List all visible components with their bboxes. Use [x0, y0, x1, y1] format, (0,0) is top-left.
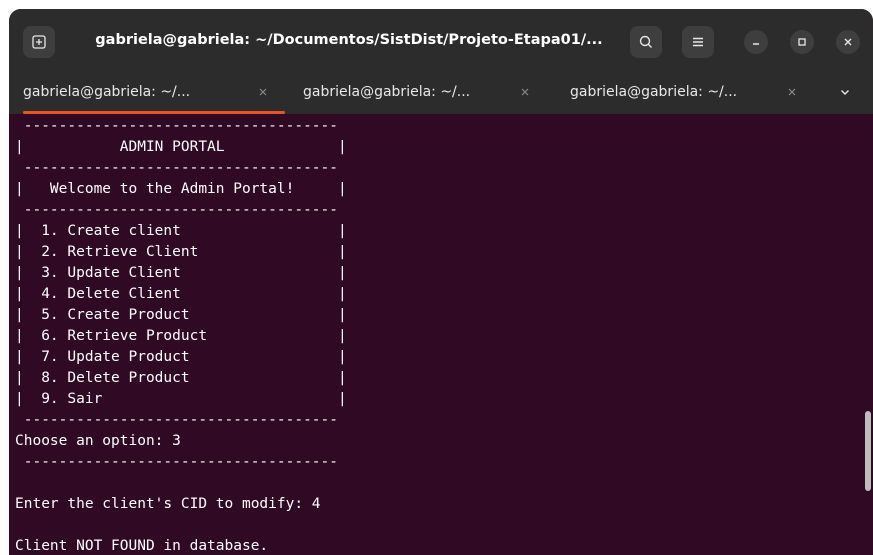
terminal-line: | 4. Delete Client | — [15, 286, 347, 302]
title-bar[interactable]: gabriela@gabriela: ~/Documentos/SistDist… — [9, 9, 873, 70]
menu-button[interactable] — [682, 26, 714, 58]
terminal-line: | Welcome to the Admin Portal! | — [15, 181, 347, 197]
close-icon — [788, 88, 796, 96]
tab-label: gabriela@gabriela: ~/... — [23, 84, 191, 100]
hamburger-menu-icon — [693, 37, 703, 47]
terminal-line: ------------------------------------ — [15, 160, 339, 176]
window-title: gabriela@gabriela: ~/Documentos/SistDist… — [95, 31, 603, 48]
chevron-down-icon — [841, 90, 849, 95]
terminal-line: Client NOT FOUND in database. — [15, 538, 269, 554]
maximize-button[interactable] — [790, 30, 814, 54]
terminal-line: | 1. Create client | — [15, 223, 347, 239]
terminal-line: ------------------------------------ — [15, 118, 339, 134]
terminal-line: ------------------------------------ — [15, 412, 339, 428]
tab-1[interactable]: gabriela@gabriela: ~/... — [23, 70, 285, 114]
close-icon — [844, 38, 852, 46]
terminal-line: ------------------------------------ — [15, 202, 339, 218]
scrollbar[interactable] — [865, 411, 871, 491]
terminal-line: ------------------------------------ — [15, 454, 339, 470]
minimize-button[interactable] — [744, 30, 768, 54]
minimize-icon — [753, 43, 759, 45]
tab-label: gabriela@gabriela: ~/... — [570, 84, 738, 100]
new-tab-icon — [32, 35, 46, 49]
terminal-text: ------------------------------------ | AD… — [15, 116, 347, 555]
terminal-line: | 9. Sair | — [15, 391, 347, 407]
close-icon — [521, 88, 529, 96]
terminal-line: | ADMIN PORTAL | — [15, 139, 347, 155]
tab-bar: gabriela@gabriela: ~/... gabriela@gabrie… — [9, 70, 873, 114]
maximize-icon — [798, 38, 806, 46]
tab-3[interactable]: gabriela@gabriela: ~/... — [570, 70, 810, 114]
tab-2[interactable]: gabriela@gabriela: ~/... — [303, 70, 543, 114]
search-icon — [639, 35, 652, 48]
tab-close-button[interactable] — [784, 84, 800, 100]
new-tab-button[interactable] — [23, 26, 55, 58]
terminal-line: | 8. Delete Product | — [15, 370, 347, 386]
tab-close-button[interactable] — [255, 84, 271, 100]
terminal-line: | 2. Retrieve Client | — [15, 244, 347, 260]
terminal-line: Choose an option: 3 — [15, 433, 181, 449]
search-button[interactable] — [630, 26, 662, 58]
close-button[interactable] — [836, 30, 860, 54]
tab-close-button[interactable] — [517, 84, 533, 100]
terminal-window: gabriela@gabriela: ~/Documentos/SistDist… — [9, 9, 873, 555]
terminal-line: | 5. Create Product | — [15, 307, 347, 323]
terminal-output[interactable]: ------------------------------------ | AD… — [9, 114, 873, 555]
close-icon — [259, 88, 267, 96]
terminal-line: | 7. Update Product | — [15, 349, 347, 365]
terminal-line: | 6. Retrieve Product | — [15, 328, 347, 344]
tabs-dropdown-button[interactable] — [837, 84, 853, 100]
tab-label: gabriela@gabriela: ~/... — [303, 84, 471, 100]
terminal-line: Enter the client's CID to modify: 4 — [15, 496, 321, 512]
terminal-line: | 3. Update Client | — [15, 265, 347, 281]
